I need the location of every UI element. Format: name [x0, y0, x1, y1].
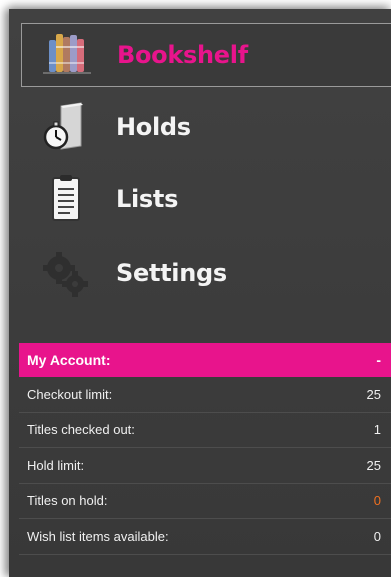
nav-item-lists[interactable]: Lists [21, 167, 391, 231]
hold-limit-row: Hold limit: 25 [19, 448, 391, 484]
nav-label-holds: Holds [116, 113, 191, 141]
holds-stopwatch-icon [43, 102, 83, 150]
account-stats-list: Checkout limit: 25 Titles checked out: 1… [19, 377, 391, 555]
row-label: Titles checked out: [27, 422, 135, 438]
nav-label-lists: Lists [116, 185, 179, 213]
row-label: Titles on hold: [27, 493, 108, 509]
row-value: 25 [366, 457, 381, 473]
row-value: 0 [373, 528, 381, 544]
collapse-toggle[interactable]: - [376, 352, 381, 368]
my-account-header[interactable]: My Account: - [19, 343, 391, 377]
row-label: Hold limit: [27, 457, 85, 473]
nav-item-holds[interactable]: Holds [21, 95, 391, 159]
row-label: Wish list items available: [27, 528, 169, 544]
row-label: Checkout limit: [27, 386, 113, 402]
nav-item-bookshelf[interactable]: Bookshelf [21, 23, 391, 87]
row-value: 25 [366, 386, 381, 402]
row-value: 1 [373, 422, 381, 438]
titles-on-hold-row: Titles on hold: 0 [19, 484, 391, 519]
side-panel: Bookshelf Holds Lists Settings My Accoun… [9, 9, 391, 577]
checkout-limit-row: Checkout limit: 25 [19, 377, 391, 413]
row-value: 0 [373, 493, 381, 509]
bookshelf-icon [43, 34, 91, 74]
titles-checked-out-row: Titles checked out: 1 [19, 413, 391, 448]
wish-list-items-row: Wish list items available: 0 [19, 519, 391, 555]
gear-icon [43, 252, 88, 297]
nav-label-settings: Settings [116, 259, 227, 287]
my-account-title: My Account: [27, 352, 111, 368]
nav-label-bookshelf: Bookshelf [117, 41, 248, 69]
nav-item-settings[interactable]: Settings [21, 241, 391, 305]
clipboard-list-icon [52, 175, 80, 221]
